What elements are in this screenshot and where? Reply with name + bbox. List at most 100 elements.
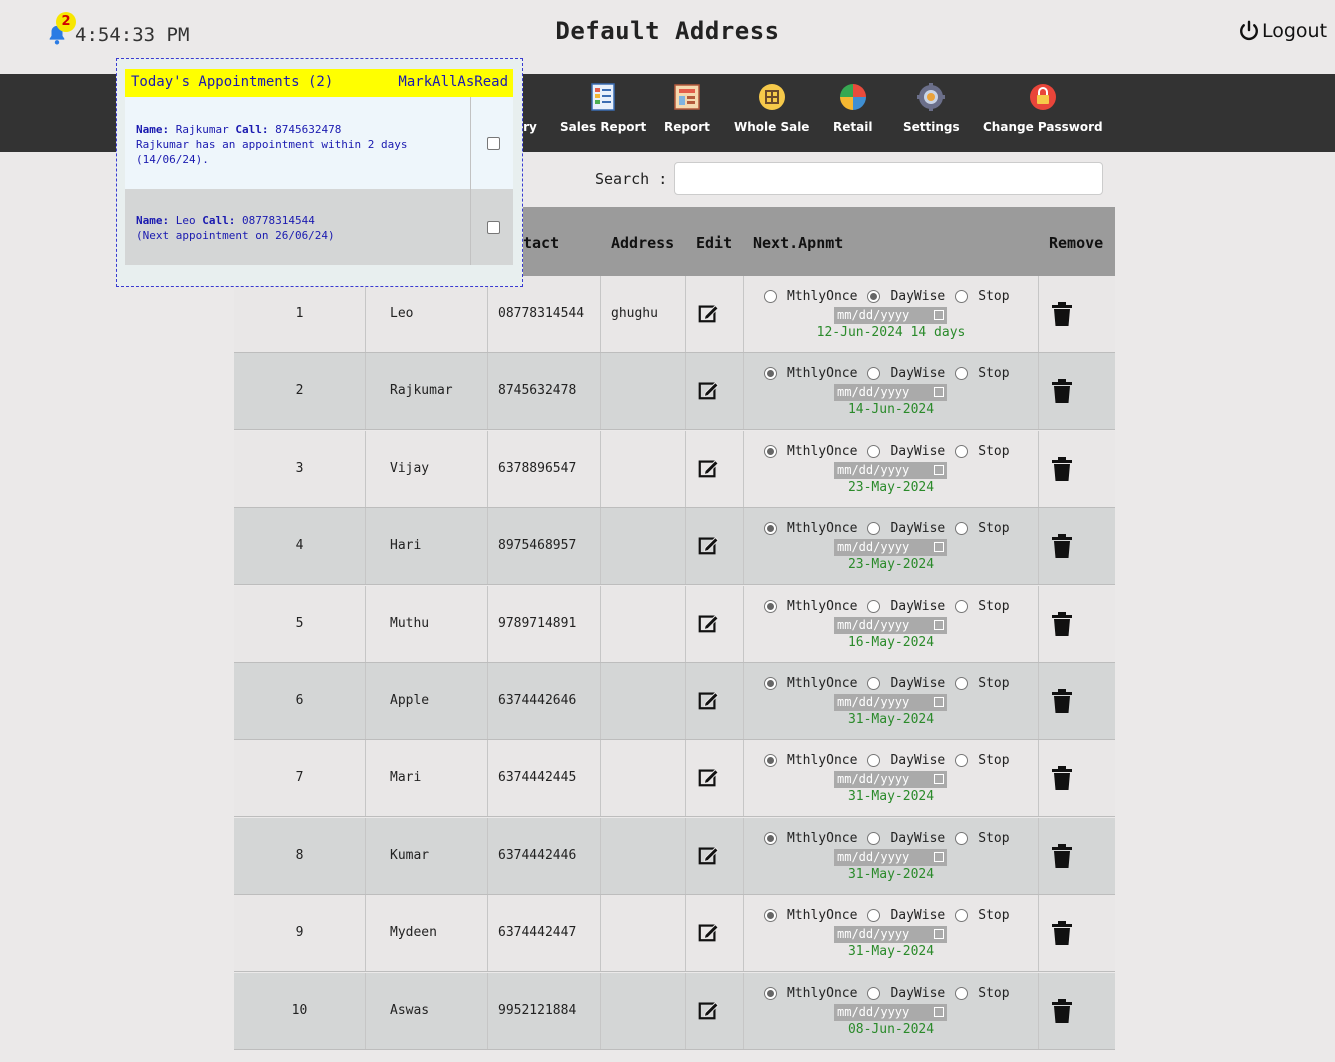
- daywise-radio[interactable]: [867, 522, 881, 536]
- mark-read-checkbox[interactable]: [487, 137, 500, 150]
- column-divider: [743, 430, 744, 507]
- column-divider: [487, 508, 488, 585]
- date-input[interactable]: mm/dd/yyyy: [834, 926, 947, 944]
- monthly-radio[interactable]: [764, 367, 777, 381]
- trash-icon[interactable]: [1051, 920, 1073, 946]
- trash-icon[interactable]: [1051, 533, 1073, 559]
- edit-icon[interactable]: [697, 689, 719, 711]
- trash-icon[interactable]: [1051, 456, 1073, 482]
- schedule-radio-group: MthlyOnce DayWise Stop: [764, 831, 1020, 846]
- edit-icon[interactable]: [697, 844, 719, 866]
- date-input[interactable]: mm/dd/yyyy: [834, 771, 947, 789]
- column-divider: [1038, 663, 1039, 739]
- stop-radio[interactable]: [955, 909, 969, 923]
- trash-icon[interactable]: [1051, 611, 1073, 637]
- date-input[interactable]: mm/dd/yyyy: [834, 307, 947, 324]
- stop-radio[interactable]: [955, 444, 969, 458]
- date-input[interactable]: mm/dd/yyyy: [834, 461, 947, 479]
- column-divider: [743, 972, 744, 1049]
- daywise-radio[interactable]: [867, 986, 881, 1000]
- date-input[interactable]: mm/dd/yyyy: [834, 694, 947, 711]
- next-appointment-date: 08-Jun-2024: [847, 1021, 935, 1037]
- daywise-radio[interactable]: [867, 677, 881, 690]
- stop-label: Stop: [978, 753, 1010, 769]
- nav-item-label: Whole Sale: [734, 120, 810, 134]
- stop-radio[interactable]: [955, 367, 969, 381]
- page-title: Default Address: [555, 17, 780, 45]
- whole-sale-icon: [758, 84, 785, 110]
- stop-radio[interactable]: [955, 599, 969, 613]
- schedule-radio-group: MthlyOnce DayWise Stop: [764, 908, 1020, 923]
- monthly-radio[interactable]: [764, 986, 777, 1000]
- date-input[interactable]: mm/dd/yyyy: [834, 384, 947, 402]
- nav-item-whole-sale[interactable]: Whole Sale: [734, 82, 809, 134]
- table-row: 4 Hari 8975468957 MthlyOnce DayWise Stop mm/dd…: [234, 508, 1115, 586]
- edit-icon[interactable]: [697, 379, 719, 401]
- call-label: Call:: [235, 123, 269, 136]
- stop-radio[interactable]: [955, 831, 969, 845]
- edit-icon[interactable]: [697, 302, 719, 324]
- monthly-radio[interactable]: [764, 599, 777, 613]
- trash-icon[interactable]: [1051, 301, 1073, 327]
- edit-icon[interactable]: [697, 457, 719, 479]
- edit-icon[interactable]: [697, 921, 719, 943]
- date-input[interactable]: mm/dd/yyyy: [834, 539, 947, 557]
- row-name: Hari: [390, 538, 422, 554]
- logout-button[interactable]: Logout: [1238, 20, 1327, 42]
- date-input[interactable]: mm/dd/yyyy: [834, 616, 947, 634]
- call-label: Call:: [202, 214, 236, 227]
- edit-icon[interactable]: [697, 612, 719, 634]
- date-input[interactable]: mm/dd/yyyy: [834, 848, 947, 866]
- stop-radio[interactable]: [955, 290, 969, 303]
- header-next-appointment: Next.Apnmt: [753, 234, 844, 252]
- popup-header: Today's Appointments (2) MarkAllAsRead: [125, 69, 513, 97]
- stop-radio[interactable]: [955, 522, 969, 536]
- edit-icon[interactable]: [697, 766, 719, 788]
- next-appointment-date: 23-May-2024: [847, 479, 935, 495]
- column-divider: [365, 276, 366, 352]
- column-divider: [600, 430, 601, 507]
- monthly-radio[interactable]: [764, 677, 777, 690]
- date-input[interactable]: mm/dd/yyyy: [834, 1003, 947, 1021]
- stop-radio[interactable]: [955, 677, 969, 690]
- monthly-radio[interactable]: [764, 754, 777, 768]
- trash-icon[interactable]: [1051, 688, 1073, 714]
- monthly-radio[interactable]: [764, 522, 777, 536]
- table-row: 8 Kumar 6374442446 MthlyOnce DayWise Stop mm/d…: [234, 817, 1115, 895]
- nav-item-settings[interactable]: Settings: [903, 82, 960, 134]
- mark-all-read-link[interactable]: MarkAllAsRead: [398, 74, 508, 90]
- edit-icon[interactable]: [697, 534, 719, 556]
- daywise-radio[interactable]: [867, 909, 881, 923]
- trash-icon[interactable]: [1051, 765, 1073, 791]
- nav-item-change-password[interactable]: Change Password: [983, 82, 1103, 134]
- trash-icon[interactable]: [1051, 843, 1073, 869]
- stop-label: Stop: [978, 443, 1010, 459]
- calendar-icon: [934, 851, 944, 862]
- stop-radio[interactable]: [955, 754, 969, 768]
- monthly-radio[interactable]: [764, 831, 777, 845]
- stop-radio[interactable]: [955, 986, 969, 1000]
- monthly-radio[interactable]: [764, 290, 777, 303]
- monthly-radio[interactable]: [764, 909, 777, 923]
- column-divider: [600, 663, 601, 739]
- daywise-radio[interactable]: [867, 599, 881, 613]
- nav-item-retail[interactable]: Retail: [833, 82, 872, 134]
- row-contact: 6374442446: [498, 847, 577, 863]
- nav-item-report[interactable]: Report: [664, 82, 710, 134]
- edit-icon[interactable]: [697, 999, 719, 1021]
- row-number: 1: [295, 306, 304, 321]
- search-input[interactable]: [674, 162, 1103, 195]
- nav-item-sales-report[interactable]: Sales Report: [560, 82, 646, 134]
- daywise-radio[interactable]: [867, 444, 881, 458]
- daywise-radio[interactable]: [867, 754, 881, 768]
- column-divider: [1038, 430, 1039, 507]
- daywise-radio[interactable]: [867, 367, 881, 381]
- stop-label: Stop: [978, 908, 1010, 924]
- stop-label: Stop: [978, 289, 1010, 304]
- trash-icon[interactable]: [1051, 998, 1073, 1024]
- mark-read-checkbox[interactable]: [487, 221, 500, 234]
- daywise-radio[interactable]: [867, 831, 881, 845]
- trash-icon[interactable]: [1051, 378, 1073, 404]
- daywise-radio[interactable]: [867, 290, 881, 303]
- monthly-radio[interactable]: [764, 444, 777, 458]
